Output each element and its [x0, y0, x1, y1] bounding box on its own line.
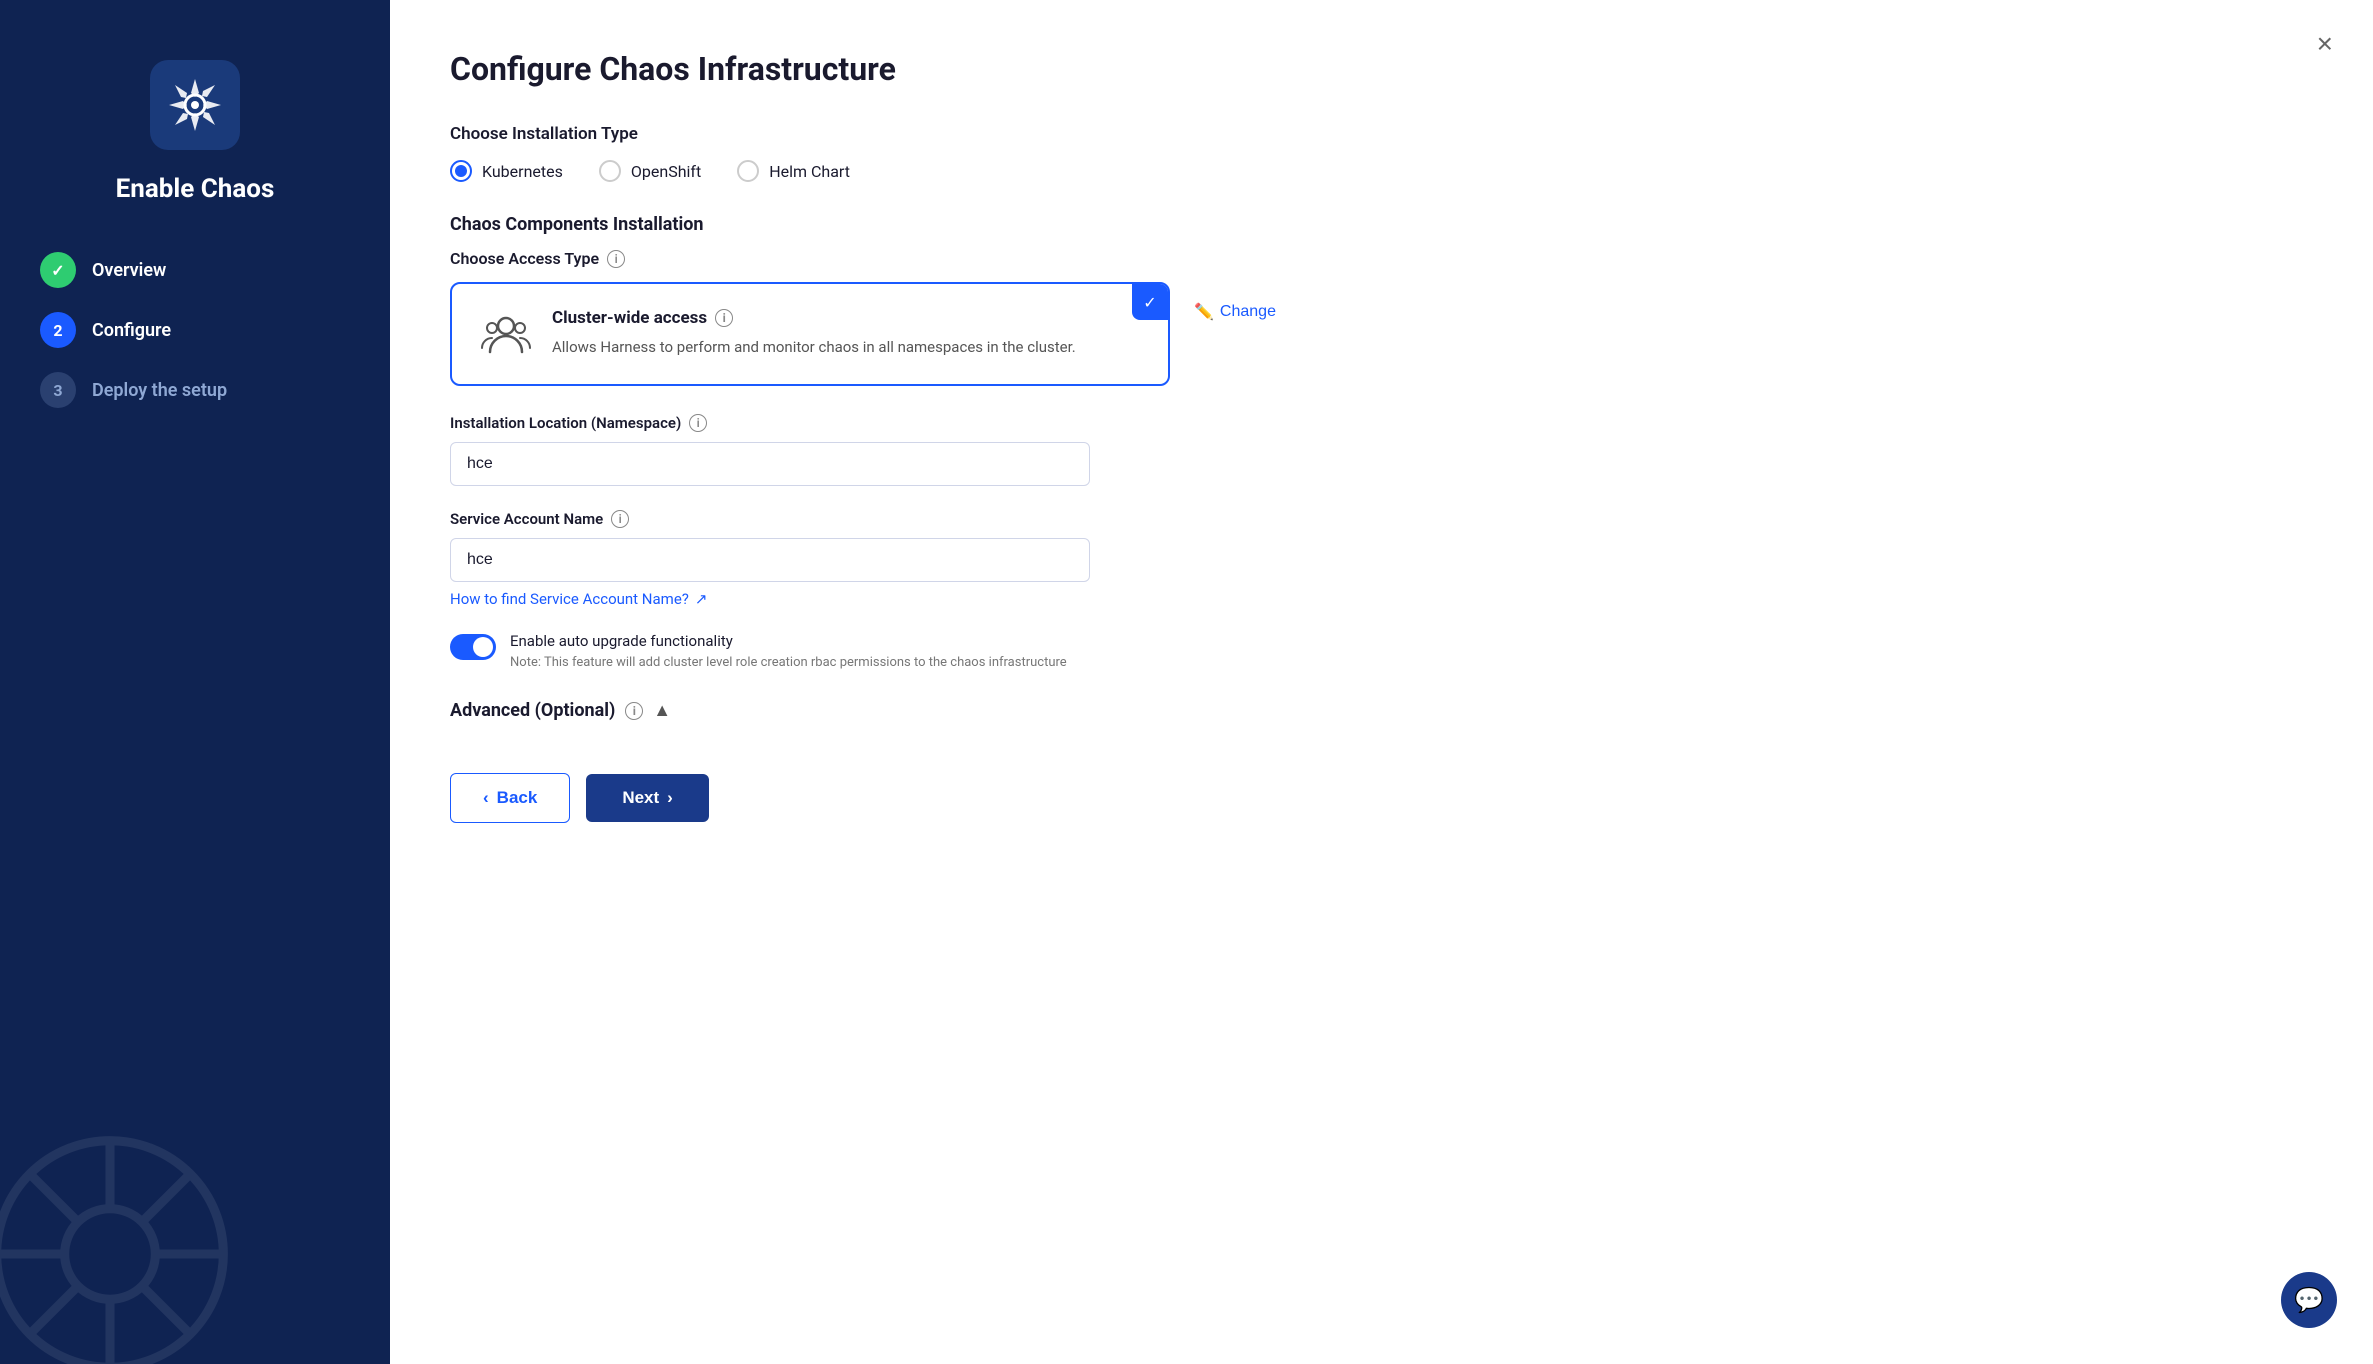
advanced-label: Advanced (Optional): [450, 700, 615, 721]
radio-openshift-label: OpenShift: [631, 162, 701, 181]
main-content: × Configure Chaos Infrastructure Choose …: [390, 0, 2373, 1364]
auto-upgrade-text: Enable auto upgrade functionality Note: …: [510, 632, 1067, 672]
namespace-input[interactable]: [450, 442, 1090, 486]
change-access-type-button[interactable]: ✏️ Change: [1194, 282, 1276, 322]
radio-helm-chart-circle: [737, 160, 759, 182]
cluster-access-icon: [480, 308, 532, 360]
access-card-wrapper: ✓ Cluster-wide access: [450, 282, 2313, 386]
sidebar-item-configure[interactable]: 2 Configure: [40, 312, 350, 348]
radio-helm-chart-label: Helm Chart: [769, 162, 850, 181]
advanced-section: Advanced (Optional) i ▲: [450, 700, 2313, 721]
radio-kubernetes-circle: [450, 160, 472, 182]
radio-kubernetes-label: Kubernetes: [482, 162, 563, 181]
auto-upgrade-row: Enable auto upgrade functionality Note: …: [450, 632, 2313, 672]
close-button[interactable]: ×: [2317, 30, 2333, 58]
access-card-checkmark: ✓: [1132, 284, 1168, 320]
cluster-access-info-icon[interactable]: i: [715, 309, 733, 327]
step-indicator-overview: ✓: [40, 252, 76, 288]
sidebar-title: Enable Chaos: [116, 174, 275, 204]
sidebar: Enable Chaos ✓ Overview 2 Configure 3 De…: [0, 0, 390, 1364]
radio-helm-chart[interactable]: Helm Chart: [737, 160, 850, 182]
auto-upgrade-note: Note: This feature will add cluster leve…: [510, 654, 1067, 672]
access-card-title: Cluster-wide access i: [552, 308, 1076, 328]
service-account-help-link[interactable]: How to find Service Account Name? ↗: [450, 590, 2313, 608]
sidebar-item-deploy[interactable]: 3 Deploy the setup: [40, 372, 350, 408]
chat-button[interactable]: 💬: [2281, 1272, 2337, 1328]
next-button[interactable]: Next ›: [586, 774, 709, 822]
sidebar-steps: ✓ Overview 2 Configure 3 Deploy the setu…: [40, 252, 350, 408]
back-chevron-icon: ‹: [483, 788, 489, 808]
installation-type-options: Kubernetes OpenShift Helm Chart: [450, 160, 2313, 182]
back-button[interactable]: ‹ Back: [450, 773, 570, 823]
advanced-info-icon[interactable]: i: [625, 702, 643, 720]
installation-type-label: Choose Installation Type: [450, 124, 2313, 144]
radio-openshift-circle: [599, 160, 621, 182]
sidebar-logo: [150, 60, 240, 150]
namespace-info-icon[interactable]: i: [689, 414, 707, 432]
step-indicator-deploy: 3: [40, 372, 76, 408]
next-chevron-icon: ›: [667, 788, 673, 808]
step-label-deploy: Deploy the setup: [92, 380, 227, 401]
step-indicator-configure: 2: [40, 312, 76, 348]
auto-upgrade-toggle[interactable]: [450, 634, 496, 660]
page-title: Configure Chaos Infrastructure: [450, 50, 2313, 88]
access-card-text: Cluster-wide access i Allows Harness to …: [552, 308, 1076, 359]
radio-openshift[interactable]: OpenShift: [599, 160, 701, 182]
service-account-field-label: Service Account Name i: [450, 510, 2313, 528]
step-label-configure: Configure: [92, 320, 171, 341]
external-link-icon: ↗: [695, 590, 708, 608]
advanced-toggle[interactable]: Advanced (Optional) i ▲: [450, 700, 2313, 721]
access-card-description: Allows Harness to perform and monitor ch…: [552, 336, 1076, 359]
namespace-field-label: Installation Location (Namespace) i: [450, 414, 2313, 432]
service-account-info-icon[interactable]: i: [611, 510, 629, 528]
service-account-input[interactable]: [450, 538, 1090, 582]
service-account-field-group: Service Account Name i How to find Servi…: [450, 510, 2313, 608]
sidebar-item-overview[interactable]: ✓ Overview: [40, 252, 350, 288]
namespace-field-group: Installation Location (Namespace) i: [450, 414, 2313, 486]
choose-access-type-label: Choose Access Type i: [450, 249, 2313, 268]
radio-kubernetes[interactable]: Kubernetes: [450, 160, 563, 182]
action-buttons: ‹ Back Next ›: [450, 757, 2313, 823]
chaos-components-title: Chaos Components Installation: [450, 214, 2313, 235]
sidebar-watermark: [0, 1084, 280, 1364]
chat-icon: 💬: [2294, 1286, 2324, 1315]
access-card-cluster-wide[interactable]: ✓ Cluster-wide access: [450, 282, 1170, 386]
chevron-up-icon: ▲: [653, 700, 671, 721]
access-type-info-icon[interactable]: i: [607, 250, 625, 268]
edit-icon: ✏️: [1194, 302, 1214, 322]
auto-upgrade-label: Enable auto upgrade functionality: [510, 632, 1067, 650]
step-label-overview: Overview: [92, 260, 166, 281]
access-card-content: Cluster-wide access i Allows Harness to …: [480, 308, 1140, 360]
